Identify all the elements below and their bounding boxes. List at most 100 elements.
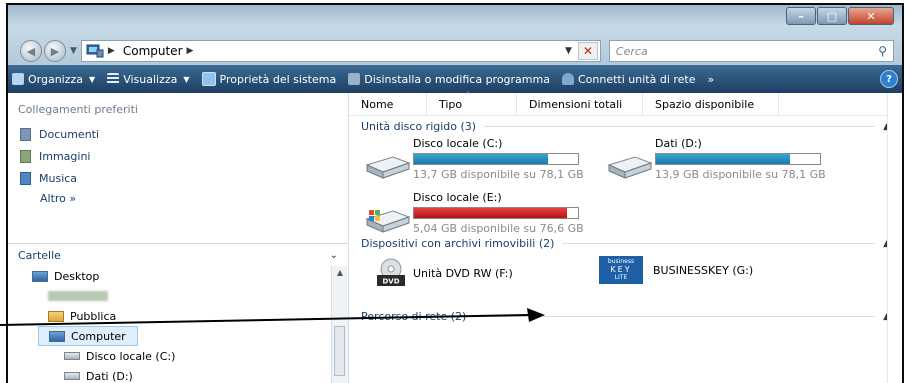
- music-icon: [20, 171, 31, 185]
- drive-usage-fill: [656, 154, 791, 164]
- tree-item-computer[interactable]: Computer: [38, 326, 138, 346]
- scroll-thumb[interactable]: [334, 326, 345, 376]
- folders-title: Cartelle: [18, 248, 61, 262]
- drive-usage-bar: [413, 153, 579, 165]
- group-divider: [562, 243, 876, 244]
- hard-drive-list: Disco locale (C:) 13,7 GB disponibile su…: [349, 133, 902, 235]
- organize-icon: [12, 73, 24, 85]
- folder-tree-scrollbar[interactable]: ▲: [331, 266, 348, 383]
- tree-label: Computer: [71, 329, 126, 343]
- device-name: BUSINESSKEY (G:): [653, 263, 754, 277]
- scroll-up-icon[interactable]: ▲: [332, 266, 348, 277]
- network-drive-icon: [561, 73, 574, 85]
- tree-item-blurred-user[interactable]: [8, 286, 330, 306]
- blurred-user-folder: [48, 291, 108, 301]
- window-controls: – □ ✕: [785, 7, 894, 25]
- favorites-title: Collegamenti preferiti: [18, 103, 138, 116]
- forward-arrow-icon: ▶: [50, 44, 60, 58]
- column-type-label: Tipo: [439, 98, 463, 111]
- favorites-list: Documenti Immagini Musica: [8, 122, 348, 186]
- map-network-drive-button[interactable]: Connetti unità di rete: [561, 73, 696, 86]
- tree-item-desktop[interactable]: Desktop: [8, 266, 330, 286]
- folders-header[interactable]: Cartelle ⌄: [8, 243, 348, 266]
- group-title: Unità disco rigido (3): [361, 120, 477, 133]
- breadcrumb-separator-icon[interactable]: ▶: [187, 46, 194, 56]
- column-total-size[interactable]: Dimensioni totali: [517, 93, 643, 115]
- tree-item-disk-d[interactable]: Dati (D:): [8, 366, 330, 383]
- minimize-button[interactable]: –: [786, 7, 816, 25]
- hard-drive-icon: [64, 372, 80, 380]
- views-button[interactable]: Visualizza ▼: [107, 73, 190, 86]
- search-input[interactable]: Cerca: [616, 45, 648, 58]
- organize-button[interactable]: Organizza ▼: [12, 73, 95, 86]
- search-box[interactable]: Cerca ⚲: [608, 40, 894, 62]
- help-label: ?: [886, 73, 892, 85]
- breadcrumb-computer[interactable]: Computer: [123, 44, 183, 58]
- navigation-pane: Collegamenti preferiti Documenti Immagin…: [8, 93, 349, 383]
- group-divider: [484, 126, 876, 127]
- address-bar[interactable]: ▶ Computer ▶ ▼ ✕: [80, 40, 601, 62]
- dvd-drive-icon: DVD: [377, 258, 405, 286]
- group-title: Percorso di rete (2): [361, 310, 467, 323]
- column-free-space[interactable]: Spazio disponibile: [643, 93, 779, 115]
- more-commands-button[interactable]: »: [708, 73, 715, 86]
- more-label: Altro: [40, 192, 66, 205]
- system-properties-button[interactable]: Proprietà del sistema: [201, 72, 337, 86]
- column-type[interactable]: Tipo ^: [427, 91, 517, 115]
- breadcrumb-separator-icon[interactable]: ▶: [108, 46, 115, 56]
- uninstall-label: Disinstalla o modifica programma: [364, 72, 550, 86]
- drive-name: Disco locale (E:): [413, 191, 502, 204]
- hard-drive-icon: [607, 156, 653, 179]
- favorite-label: Musica: [39, 171, 78, 185]
- navigation-row: ◀ ▶ ▼ ▶ Computer ▶ ▼ ✕ Cerca ⚲: [20, 39, 894, 63]
- drive-c[interactable]: Disco locale (C:) 13,7 GB disponibile su…: [363, 135, 584, 181]
- logo-line: LITE: [614, 274, 628, 281]
- address-dropdown-icon[interactable]: ▼: [565, 46, 572, 56]
- businesskey-drive[interactable]: business KEY LITE BUSINESSKEY (G:): [599, 256, 753, 284]
- recent-pages-dropdown-icon[interactable]: ▼: [70, 46, 77, 56]
- tree-label: Pubblica: [70, 309, 117, 323]
- system-properties-label: Proprietà del sistema: [219, 72, 337, 86]
- help-icon[interactable]: ?: [880, 70, 898, 88]
- drive-e[interactable]: Disco locale (E:) 5,04 GB disponibile su…: [363, 189, 584, 235]
- dvd-drive[interactable]: DVD Unità DVD RW (F:): [375, 258, 513, 288]
- group-hard-drives[interactable]: Unità disco rigido (3) ▲: [361, 120, 890, 133]
- more-favorites-link[interactable]: Altro »: [8, 186, 348, 205]
- favorite-documents[interactable]: Documenti: [8, 122, 348, 142]
- sort-arrow-icon: ^: [465, 91, 471, 99]
- title-bar: – □ ✕ ◀ ▶ ▼ ▶ Computer ▶ ▼ ✕ Cerca ⚲: [8, 5, 902, 65]
- uninstall-program-button[interactable]: Disinstalla o modifica programma: [348, 73, 550, 86]
- more-commands-icon: »: [707, 72, 715, 86]
- back-button[interactable]: ◀: [20, 40, 42, 62]
- tree-item-disk-c[interactable]: Disco locale (C:): [8, 346, 330, 366]
- tree-item-public[interactable]: Pubblica: [8, 306, 330, 326]
- more-chevron-icon: »: [69, 192, 77, 205]
- close-button[interactable]: ✕: [848, 7, 894, 25]
- stop-button[interactable]: ✕: [577, 42, 598, 60]
- favorite-label: Documenti: [39, 127, 100, 141]
- hard-drive-icon: [64, 352, 80, 360]
- explorer-window: – □ ✕ ◀ ▶ ▼ ▶ Computer ▶ ▼ ✕ Cerca ⚲ Org…: [6, 3, 904, 383]
- group-removable[interactable]: Dispositivi con archivi rimovibili (2) ▲: [361, 237, 890, 250]
- folder-tree: Desktop Pubblica Computer Disco locale (…: [8, 266, 330, 383]
- drive-name: Disco locale (C:): [413, 137, 503, 150]
- drive-space-info: 13,7 GB disponibile su 78,1 GB: [413, 168, 584, 181]
- businesskey-logo-icon: business KEY LITE: [599, 256, 643, 284]
- pictures-icon: [20, 149, 31, 163]
- maximize-button[interactable]: □: [817, 7, 847, 25]
- favorite-pictures[interactable]: Immagini: [8, 144, 348, 164]
- group-network[interactable]: Percorso di rete (2) ▲: [361, 310, 890, 323]
- hard-drive-icon: [365, 156, 411, 179]
- drive-usage-bar: [655, 153, 821, 165]
- drive-d[interactable]: Dati (D:) 13,9 GB disponibile su 78,1 GB: [605, 135, 826, 181]
- favorite-music[interactable]: Musica: [8, 166, 348, 186]
- forward-button[interactable]: ▶: [44, 40, 66, 62]
- column-name[interactable]: Nome: [349, 93, 427, 115]
- drive-name: Dati (D:): [655, 137, 702, 150]
- content-scrollbar[interactable]: [887, 93, 902, 383]
- command-bar: Organizza ▼ Visualizza ▼ Proprietà del s…: [8, 65, 902, 93]
- tree-label: Dati (D:): [86, 369, 133, 383]
- favorite-label: Immagini: [39, 149, 91, 163]
- logo-line: KEY: [610, 265, 632, 274]
- search-icon[interactable]: ⚲: [878, 44, 887, 58]
